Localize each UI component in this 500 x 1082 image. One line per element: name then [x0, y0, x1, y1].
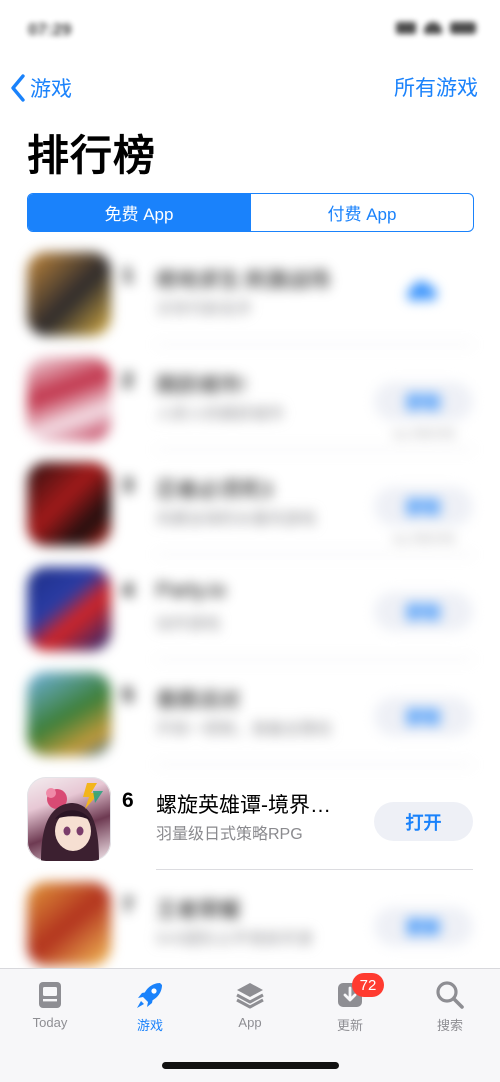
- tab-label: 更新: [336, 1018, 363, 1033]
- get-button[interactable]: 获取: [374, 487, 473, 526]
- chevron-left-icon: [11, 74, 25, 102]
- app-subtitle: 动作游戏: [156, 616, 221, 633]
- app-icon: [27, 357, 111, 441]
- app-subtitle: 风靡全球的水墨风游戏: [156, 511, 317, 528]
- status-icons: [396, 22, 476, 34]
- app-name: 跳跃城市!: [156, 374, 246, 397]
- list-item[interactable]: 3 忍者必须死3 风靡全球的水墨风游戏 获取 App 内购买项目: [0, 450, 500, 555]
- app-icon: [27, 777, 111, 861]
- get-button[interactable]: 获取: [374, 592, 473, 631]
- app-name: 忍者必须死3: [156, 479, 273, 502]
- get-button[interactable]: 获取: [374, 382, 473, 421]
- home-indicator[interactable]: [162, 1062, 339, 1069]
- tab-label: 搜索: [436, 1018, 463, 1033]
- rank-number: 5: [122, 684, 134, 707]
- tab-updates[interactable]: 72 更新: [310, 973, 390, 1034]
- list-item[interactable]: 7 王者荣耀 5V5团队公平竞技手游 更新: [0, 870, 500, 975]
- rocket-icon: [137, 983, 162, 1008]
- rank-number: 1: [122, 264, 134, 287]
- back-button-label: 游戏: [30, 78, 72, 101]
- app-name: 螺旋英雄谭-境界…: [156, 794, 331, 817]
- updates-badge: 72: [352, 973, 384, 997]
- rank-number: 3: [122, 474, 134, 497]
- tab-apps[interactable]: App: [210, 979, 290, 1030]
- page-title: 排行榜: [27, 132, 157, 179]
- today-icon: [39, 982, 61, 1008]
- back-button[interactable]: 游戏: [10, 70, 72, 106]
- chart-type-segmented-control: 免费 App 付费 App: [27, 193, 474, 232]
- tab-label: 游戏: [136, 1018, 163, 1033]
- app-icon: [27, 252, 111, 336]
- app-name: 绝地求生:刺激战场: [156, 269, 330, 292]
- get-button[interactable]: 获取: [374, 697, 473, 736]
- battery-icon: [450, 22, 476, 34]
- rank-number: 4: [122, 579, 134, 602]
- in-app-purchases-note: App 内购买项目: [392, 534, 456, 544]
- all-games-link[interactable]: 所有游戏: [394, 72, 478, 102]
- app-icon: [27, 672, 111, 756]
- app-name: Party.io: [156, 579, 226, 602]
- app-subtitle: 开局一把枪，装备全靠捡: [156, 721, 333, 738]
- app-subtitle: 人抓人的跳跃城市: [156, 406, 285, 423]
- segment-free-apps[interactable]: 免费 App: [28, 194, 250, 231]
- app-icon: [27, 567, 111, 651]
- tab-search[interactable]: 搜索: [410, 979, 490, 1034]
- app-icon: [27, 462, 111, 546]
- segment-paid-apps[interactable]: 付费 App: [250, 194, 473, 231]
- rank-number: 6: [122, 789, 134, 812]
- status-bar: 07:29: [0, 0, 500, 60]
- rank-number: 7: [122, 894, 134, 917]
- cellular-signal-icon: [396, 22, 416, 34]
- app-subtitle: 5V5团队公平竞技手游: [156, 931, 313, 948]
- list-item[interactable]: 2 跳跃城市! 人抓人的跳跃城市 获取 App 内购买项目: [0, 345, 500, 450]
- tab-label: App: [238, 1015, 262, 1030]
- app-name: 香肠派对: [156, 689, 240, 712]
- tab-label: Today: [32, 1015, 68, 1030]
- in-app-purchases-note: App 内购买项目: [392, 429, 456, 439]
- list-item[interactable]: 6 螺旋英雄谭-境界… 羽量级日式策略RPG 打开: [0, 765, 500, 870]
- cloud-download-icon[interactable]: [400, 270, 446, 316]
- open-button[interactable]: 打开: [374, 802, 473, 841]
- list-item[interactable]: 5 香肠派对 开局一把枪，装备全靠捡 获取: [0, 660, 500, 765]
- list-item[interactable]: 4 Party.io 动作游戏 获取: [0, 555, 500, 660]
- update-button[interactable]: 更新: [374, 907, 473, 946]
- anime-character-icon: [41, 783, 103, 861]
- rank-number: 2: [122, 369, 134, 392]
- tab-today[interactable]: Today: [10, 979, 90, 1030]
- list-item[interactable]: 1 绝地求生:刺激战场 次世代射击手: [0, 240, 500, 345]
- app-subtitle: 羽量级日式策略RPG: [156, 826, 303, 843]
- app-name: 王者荣耀: [156, 899, 240, 922]
- wifi-icon: [424, 22, 442, 34]
- app-subtitle: 次世代射击手: [156, 301, 253, 318]
- status-time: 07:29: [28, 20, 72, 39]
- ranking-list: 1 绝地求生:刺激战场 次世代射击手 2 跳跃城市! 人抓人的跳跃城市 获取 A…: [0, 240, 500, 975]
- app-stack-icon: [236, 983, 264, 1009]
- app-icon: [27, 882, 111, 966]
- search-icon: [436, 981, 464, 1009]
- app-store-charts-screen: 07:29 游戏 所有游戏 排行榜 免费 App 付费 App 1 绝地求生:刺…: [0, 0, 500, 1082]
- tab-games[interactable]: 游戏: [110, 979, 190, 1034]
